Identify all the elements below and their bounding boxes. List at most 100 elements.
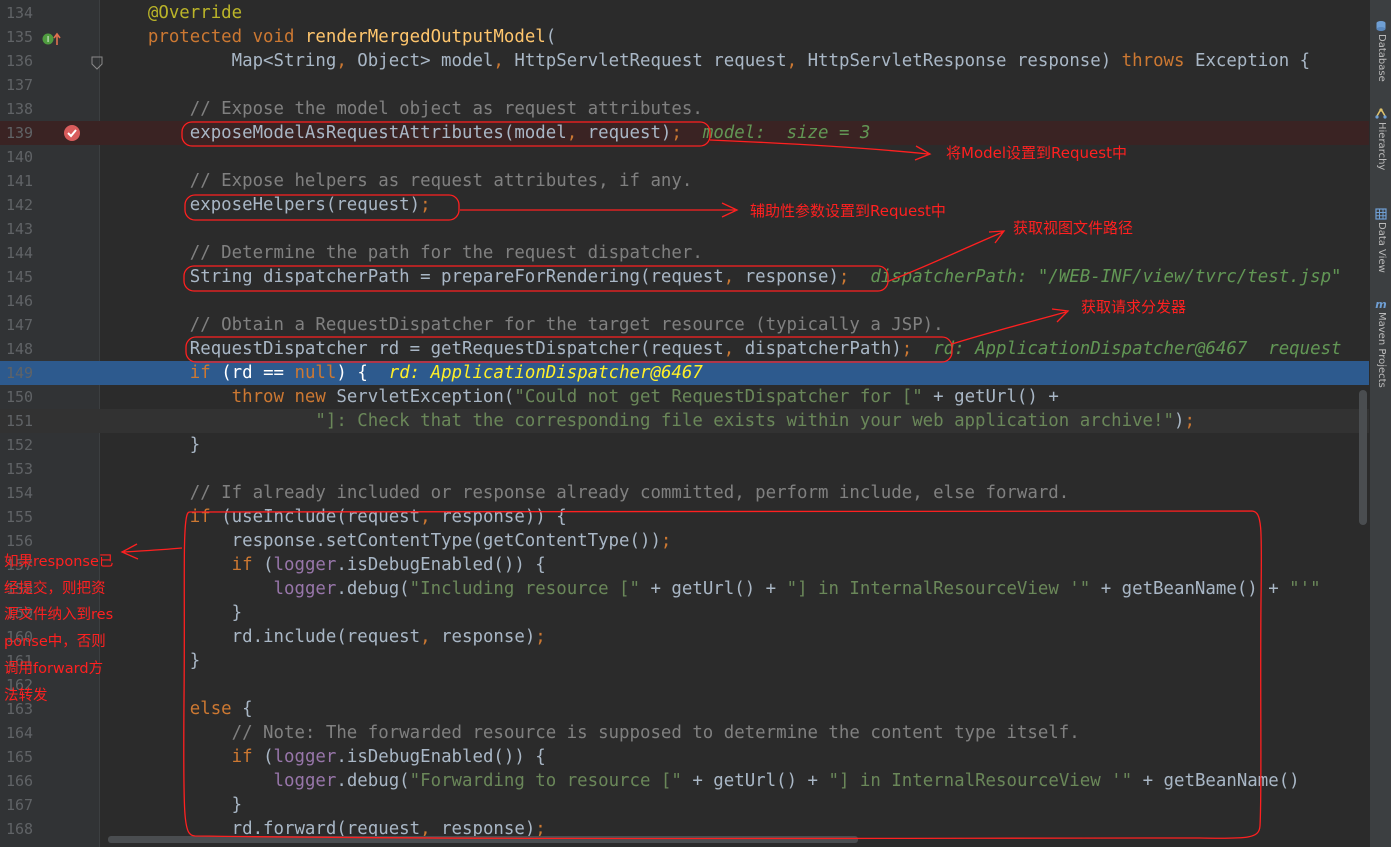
code-line[interactable]: 151 "]: Check that the corresponding fil… <box>0 409 1369 433</box>
code-line[interactable]: 154 // If already included or response a… <box>0 481 1369 505</box>
code-line[interactable]: 161 } <box>0 649 1369 673</box>
code-line[interactable]: 138 // Expose the model object as reques… <box>0 97 1369 121</box>
code-line[interactable]: 143 <box>0 217 1369 241</box>
code-text[interactable]: "]: Check that the corresponding file ex… <box>106 409 1195 433</box>
code-text[interactable]: protected void renderMergedOutputModel( <box>106 25 556 49</box>
code-text[interactable]: // Expose helpers as request attributes,… <box>106 169 693 193</box>
code-line[interactable]: 135 protected void renderMergedOutputMod… <box>0 25 1369 49</box>
code-line[interactable]: 167 } <box>0 793 1369 817</box>
code-line[interactable]: 150 throw new ServletException("Could no… <box>0 385 1369 409</box>
code-line[interactable]: 144 // Determine the path for the reques… <box>0 241 1369 265</box>
code-text[interactable]: } <box>106 649 200 673</box>
code-line[interactable]: 136 Map<String, Object> model, HttpServl… <box>0 49 1369 73</box>
debug-inline-value: rd: ApplicationDispatcher@6467 request <box>933 339 1342 359</box>
hierarchy-icon <box>1375 108 1387 119</box>
code-line[interactable]: 140 <box>0 145 1369 169</box>
code-line[interactable]: 142 exposeHelpers(request); <box>0 193 1369 217</box>
code-line[interactable]: 162 <box>0 673 1369 697</box>
code-text[interactable]: throw new ServletException("Could not ge… <box>106 385 1059 409</box>
code-line[interactable]: 149 if (rd == null) { rd: ApplicationDis… <box>0 361 1369 385</box>
code-editor[interactable]: 134 @Override 135 protected void renderMe… <box>0 0 1369 847</box>
code-line[interactable]: 141 // Expose helpers as request attribu… <box>0 169 1369 193</box>
code-line[interactable]: 139 exposeModelAsRequestAttributes(model… <box>0 121 1369 145</box>
code-token: ; <box>535 627 546 647</box>
code-token: "] in InternalResourceView '" <box>828 771 1133 791</box>
code-text[interactable]: @Override <box>106 1 242 25</box>
code-text[interactable]: rd.include(request, response); <box>106 625 546 649</box>
vertical-scrollbar[interactable] <box>1359 390 1367 525</box>
horizontal-scrollbar[interactable] <box>108 836 858 843</box>
override-method-icon[interactable]: I <box>42 31 62 47</box>
code-line[interactable]: 166 logger.debug("Forwarding to resource… <box>0 769 1369 793</box>
code-text[interactable]: else { <box>106 697 253 721</box>
code-token: Map<String <box>106 51 337 71</box>
tool-tab-database[interactable]: Database <box>1372 20 1390 90</box>
code-text[interactable]: RequestDispatcher rd = getRequestDispatc… <box>106 337 1342 361</box>
code-line[interactable]: 145 String dispatcherPath = prepareForRe… <box>0 265 1369 289</box>
code-line[interactable]: 147 // Obtain a RequestDispatcher for th… <box>0 313 1369 337</box>
code-text[interactable]: // If already included or response alrea… <box>106 481 1069 505</box>
annotation-note-2: 辅助性参数设置到Request中 <box>750 202 946 220</box>
tool-tab-label: Maven Projects <box>1376 312 1387 388</box>
annotation-note-1: 将Model设置到Request中 <box>946 144 1127 162</box>
code-token: Object> model <box>357 51 494 71</box>
code-text[interactable]: exposeHelpers(request); <box>106 193 431 217</box>
code-text[interactable]: } <box>106 433 200 457</box>
code-line[interactable]: 134 @Override <box>0 1 1369 25</box>
code-text[interactable]: if (rd == null) { rd: ApplicationDispatc… <box>106 361 703 385</box>
code-text[interactable]: // Expose the model object as request at… <box>106 97 703 121</box>
code-token: } <box>106 603 243 623</box>
code-token: // Expose the model object as request at… <box>189 99 703 119</box>
code-text[interactable]: logger.debug("Including resource [" + ge… <box>106 577 1321 601</box>
code-text[interactable]: // Obtain a RequestDispatcher for the ta… <box>106 313 944 337</box>
line-number: 165 <box>6 748 34 766</box>
line-number: 148 <box>6 340 34 358</box>
breakpoint-icon[interactable] <box>63 124 81 142</box>
annotation-note-3: 获取视图文件路径 <box>1013 219 1134 237</box>
code-text[interactable]: } <box>106 601 243 625</box>
code-text[interactable]: } <box>106 793 243 817</box>
code-line[interactable]: 158 logger.debug("Including resource [" … <box>0 577 1369 601</box>
line-number: 135 <box>6 28 34 46</box>
line-number: 149 <box>6 364 34 382</box>
code-token: , <box>723 339 745 359</box>
line-number: 152 <box>6 436 34 454</box>
code-line[interactable]: 155 if (useInclude(request, response)) { <box>0 505 1369 529</box>
code-line[interactable]: 165 if (logger.isDebugEnabled()) { <box>0 745 1369 769</box>
code-text[interactable]: exposeModelAsRequestAttributes(model, re… <box>106 121 871 145</box>
code-text[interactable]: if (logger.isDebugEnabled()) { <box>106 553 546 577</box>
code-line[interactable]: 160 rd.include(request, response); <box>0 625 1369 649</box>
code-line[interactable]: 157 if (logger.isDebugEnabled()) { <box>0 553 1369 577</box>
code-token: // Obtain a RequestDispatcher for the ta… <box>189 315 944 335</box>
database-icon <box>1376 21 1386 31</box>
code-text[interactable]: Map<String, Object> model, HttpServletRe… <box>106 49 1311 73</box>
code-text[interactable]: if (useInclude(request, response)) { <box>106 505 567 529</box>
code-line[interactable]: 153 <box>0 457 1369 481</box>
code-text[interactable]: if (logger.isDebugEnabled()) { <box>106 745 546 769</box>
code-token: else <box>189 699 243 719</box>
code-text[interactable]: logger.debug("Forwarding to resource [" … <box>106 769 1300 793</box>
tool-tab-hierarchy[interactable]: Hierarchy <box>1372 108 1390 193</box>
code-text[interactable]: // Determine the path for the request di… <box>106 241 703 265</box>
code-token: "Forwarding to resource [" <box>409 771 682 791</box>
tool-tab-maven-projects[interactable]: m Maven Projects <box>1372 298 1390 408</box>
code-text[interactable]: response.setContentType(getContentType()… <box>106 529 672 553</box>
code-line[interactable]: 159 } <box>0 601 1369 625</box>
code-token: (useInclude(request <box>221 507 421 527</box>
code-text[interactable]: String dispatcherPath = prepareForRender… <box>106 265 1342 289</box>
code-token: .debug( <box>336 771 410 791</box>
code-line[interactable]: 163 else { <box>0 697 1369 721</box>
code-line[interactable]: 148 RequestDispatcher rd = getRequestDis… <box>0 337 1369 361</box>
fold-marker-icon[interactable] <box>91 55 103 70</box>
code-line[interactable]: 152 } <box>0 433 1369 457</box>
code-line[interactable]: 164 // Note: The forwarded resource is s… <box>0 721 1369 745</box>
code-line[interactable]: 156 response.setContentType(getContentTy… <box>0 529 1369 553</box>
code-line[interactable]: 137 <box>0 73 1369 97</box>
code-token: if <box>189 507 222 527</box>
tool-tab-data-view[interactable]: Data View <box>1372 208 1390 288</box>
line-number: 164 <box>6 724 34 742</box>
code-text[interactable]: // Note: The forwarded resource is suppo… <box>106 721 1080 745</box>
code-token: , <box>336 51 358 71</box>
